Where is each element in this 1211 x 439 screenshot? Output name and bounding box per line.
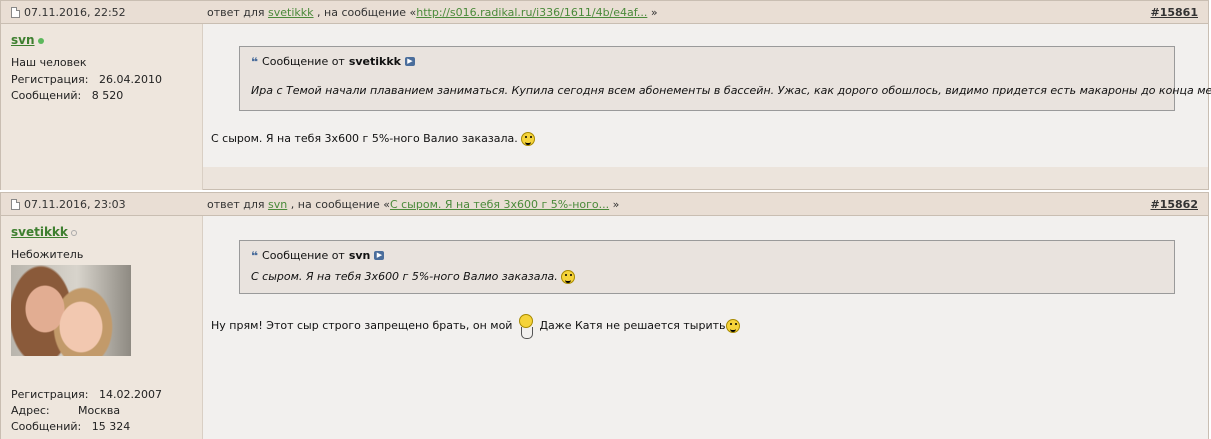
- reply-prefix: ответ для: [207, 6, 265, 19]
- quote-author: svn: [348, 249, 371, 262]
- reply-message-link[interactable]: http://s016.radikal.ru/i336/1611/4b/e4af…: [416, 6, 647, 19]
- author-post-count: Сообщений: 8 520: [11, 88, 162, 104]
- author-name: svn: [11, 33, 44, 47]
- author-panel: svn Наш человек Регистрация: 26.04.2010 …: [0, 24, 203, 190]
- smiley-icon: [521, 132, 536, 146]
- post-content: ❝ Сообщение от svetikkk ▶ Ира с Темой на…: [203, 24, 1211, 167]
- author-title: Небожитель: [11, 248, 84, 261]
- info-value: 15 324: [91, 420, 131, 433]
- post-date: 07.11.2016, 22:52: [11, 6, 126, 19]
- author-registration: Регистрация: 14.02.2007: [11, 387, 162, 403]
- message-body: Ну прям! Этот сыр строго запрещено брать…: [211, 312, 740, 340]
- post-number: #15862: [1151, 198, 1199, 211]
- post-footer: [203, 167, 1209, 190]
- post-date-text: 07.11.2016, 22:52: [24, 6, 126, 19]
- goto-post-icon[interactable]: ▶: [374, 251, 385, 260]
- post-number-link[interactable]: #15862: [1151, 198, 1199, 211]
- info-label: Сообщений:: [11, 420, 82, 433]
- info-label: Регистрация:: [11, 388, 89, 401]
- author-info: Регистрация: 14.02.2007 Адрес: Москва Соо…: [11, 387, 162, 435]
- info-value: 8 520: [91, 89, 124, 102]
- quote-header: ❝ Сообщение от svn ▶: [251, 248, 385, 263]
- offline-status-icon: [70, 229, 77, 236]
- quote-text-line: Ира с Темой начали плаванием заниматься.…: [251, 84, 1211, 98]
- reply-mid-text: , на сообщение «: [290, 198, 390, 211]
- reply-suffix: »: [650, 6, 658, 19]
- post-header: 07.11.2016, 23:03 ответ для svn , на соо…: [0, 192, 1209, 216]
- info-value: 14.02.2007: [98, 388, 162, 401]
- info-value: Москва: [78, 404, 121, 417]
- post-15862: 07.11.2016, 23:03 ответ для svn , на соо…: [0, 192, 1211, 439]
- quote-header-label: Сообщение от: [262, 55, 345, 68]
- info-label: Адрес:: [11, 404, 50, 417]
- post-date-text: 07.11.2016, 23:03: [24, 198, 126, 211]
- quote-text-line: С сыром. Я на тебя 3х600 г 5%-ного Валио…: [251, 270, 576, 284]
- smiley-dancing-icon: [516, 312, 536, 340]
- quote-icon: ❝: [251, 248, 259, 263]
- smiley-pacman-icon: [725, 319, 740, 333]
- smiley-icon: [561, 270, 576, 284]
- post-number-link[interactable]: #15861: [1151, 6, 1199, 19]
- author-panel: svetikkk Небожитель Регистрация: 14.02.2…: [0, 216, 203, 439]
- post-content: ❝ Сообщение от svn ▶ С сыром. Я на тебя …: [203, 216, 1209, 439]
- author-info: Регистрация: 26.04.2010 Сообщений: 8 520: [11, 72, 162, 104]
- author-title: Наш человек: [11, 56, 87, 69]
- quote-text: С сыром. Я на тебя 3х600 г 5%-ного Валио…: [251, 270, 558, 283]
- post-15861: 07.11.2016, 22:52 ответ для svetikkk , н…: [0, 0, 1211, 190]
- reply-to-user-link[interactable]: svetikkk: [268, 6, 314, 19]
- message-text: Ну прям! Этот сыр строго запрещено брать…: [211, 319, 513, 332]
- online-status-icon: [37, 37, 44, 44]
- quote-author: svetikkk: [348, 55, 401, 68]
- info-value: 26.04.2010: [98, 73, 162, 86]
- quote-header-label: Сообщение от: [262, 249, 345, 262]
- author-registration: Регистрация: 26.04.2010: [11, 72, 162, 88]
- post-icon: [11, 199, 20, 210]
- avatar[interactable]: [11, 265, 131, 356]
- post-header: 07.11.2016, 22:52 ответ для svetikkk , н…: [0, 0, 1209, 24]
- quote-block: ❝ Сообщение от svn ▶ С сыром. Я на тебя …: [239, 240, 1175, 294]
- message-text: Даже Катя не решается тырить: [539, 319, 726, 332]
- reply-to-user-link[interactable]: svn: [268, 198, 287, 211]
- author-address: Адрес: Москва: [11, 403, 162, 419]
- post-number: #15861: [1151, 6, 1199, 19]
- reply-info: ответ для svetikkk , на сообщение «http:…: [207, 6, 658, 19]
- post-icon: [11, 7, 20, 18]
- author-name-link[interactable]: svetikkk: [11, 225, 68, 239]
- reply-prefix: ответ для: [207, 198, 265, 211]
- info-label: Регистрация:: [11, 73, 89, 86]
- reply-mid-text: , на сообщение «: [317, 6, 417, 19]
- author-name-link[interactable]: svn: [11, 33, 35, 47]
- reply-message-link[interactable]: С сыром. Я на тебя 3х600 г 5%-ного...: [390, 198, 609, 211]
- reply-info: ответ для svn , на сообщение «С сыром. Я…: [207, 198, 619, 211]
- message-text: С сыром. Я на тебя 3х600 г 5%-ного Валио…: [211, 132, 518, 145]
- author-post-count: Сообщений: 15 324: [11, 419, 162, 435]
- info-label: Сообщений:: [11, 89, 82, 102]
- message-body: С сыром. Я на тебя 3х600 г 5%-ного Валио…: [211, 132, 536, 146]
- quote-icon: ❝: [251, 54, 259, 69]
- reply-suffix: »: [612, 198, 620, 211]
- author-name: svetikkk: [11, 225, 77, 239]
- post-date: 07.11.2016, 23:03: [11, 198, 126, 211]
- quote-text: Ира с Темой начали плаванием заниматься.…: [251, 84, 1211, 97]
- quote-block: ❝ Сообщение от svetikkk ▶ Ира с Темой на…: [239, 46, 1211, 111]
- goto-post-icon[interactable]: ▶: [405, 57, 415, 66]
- quote-header: ❝ Сообщение от svetikkk ▶: [251, 55, 415, 68]
